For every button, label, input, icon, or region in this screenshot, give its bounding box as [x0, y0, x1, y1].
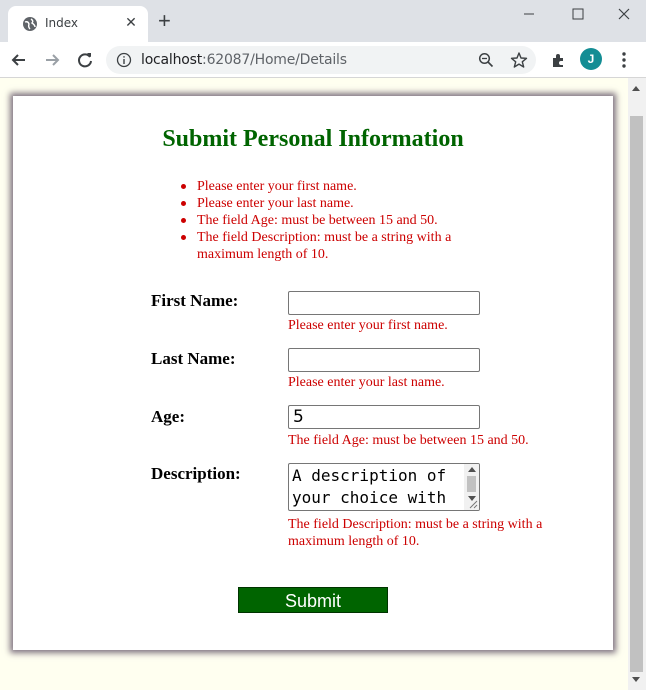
tab-title: Index	[45, 16, 79, 30]
last-name-input[interactable]	[288, 348, 480, 372]
back-arrow-icon[interactable]	[9, 50, 29, 70]
browser-tab[interactable]: Index ✕	[8, 6, 148, 42]
url-text: localhost:62087/Home/Details	[141, 52, 347, 68]
maximize-icon[interactable]	[566, 6, 590, 22]
url-host: localhost	[141, 52, 203, 68]
bookmark-star-icon[interactable]	[510, 51, 528, 69]
forward-arrow-icon[interactable]	[42, 50, 62, 70]
textarea-scroll-thumb[interactable]	[467, 476, 476, 492]
resize-grip-icon[interactable]	[468, 499, 478, 509]
submit-button[interactable]: Submit	[238, 587, 388, 613]
extensions-icon[interactable]	[549, 50, 569, 70]
address-bar[interactable]: localhost:62087/Home/Details	[106, 46, 536, 74]
first-name-label: First Name:	[151, 291, 239, 310]
age-error: The field Age: must be between 15 and 50…	[288, 433, 529, 448]
reload-icon[interactable]	[75, 50, 95, 70]
first-name-input[interactable]	[288, 291, 480, 315]
last-name-error: Please enter your last name.	[288, 375, 445, 390]
scroll-up-arrow-icon[interactable]	[632, 86, 640, 91]
page-title: Submit Personal Information	[162, 126, 464, 152]
minimize-icon[interactable]	[517, 6, 541, 22]
validation-summary: Please enter your first name. Please ent…	[165, 178, 477, 263]
profile-avatar[interactable]: J	[580, 48, 602, 70]
browser-toolbar: localhost:62087/Home/Details	[0, 42, 646, 78]
last-name-label: Last Name:	[151, 349, 236, 368]
scroll-down-arrow-icon[interactable]	[632, 677, 640, 682]
summary-error: Please enter your last name.	[181, 195, 477, 212]
textarea-scroll-up-icon[interactable]	[468, 467, 476, 472]
description-label: Description:	[151, 464, 241, 483]
summary-error: The field Description: must be a string …	[181, 229, 477, 263]
first-name-error: Please enter your first name.	[288, 318, 448, 333]
age-label: Age:	[151, 407, 185, 426]
url-path: :62087/Home/Details	[202, 52, 347, 68]
age-input[interactable]	[288, 405, 480, 429]
description-textarea[interactable]: A description of your choice with	[288, 463, 480, 511]
menu-dots-icon[interactable]	[614, 50, 634, 70]
summary-error: The field Age: must be between 15 and 50…	[181, 212, 477, 229]
tab-strip: Index ✕ +	[0, 0, 646, 42]
globe-icon	[23, 17, 37, 31]
page-scrollbar-thumb[interactable]	[630, 116, 643, 672]
new-tab-button[interactable]: +	[158, 10, 171, 32]
close-window-icon[interactable]	[612, 6, 636, 22]
close-tab-icon[interactable]: ✕	[122, 14, 140, 31]
info-icon[interactable]	[116, 52, 132, 68]
description-error: The field Description: must be a string …	[288, 517, 543, 549]
summary-error: Please enter your first name.	[181, 178, 477, 195]
description-text: A description of your choice with	[292, 466, 456, 507]
zoom-icon[interactable]	[478, 52, 494, 68]
